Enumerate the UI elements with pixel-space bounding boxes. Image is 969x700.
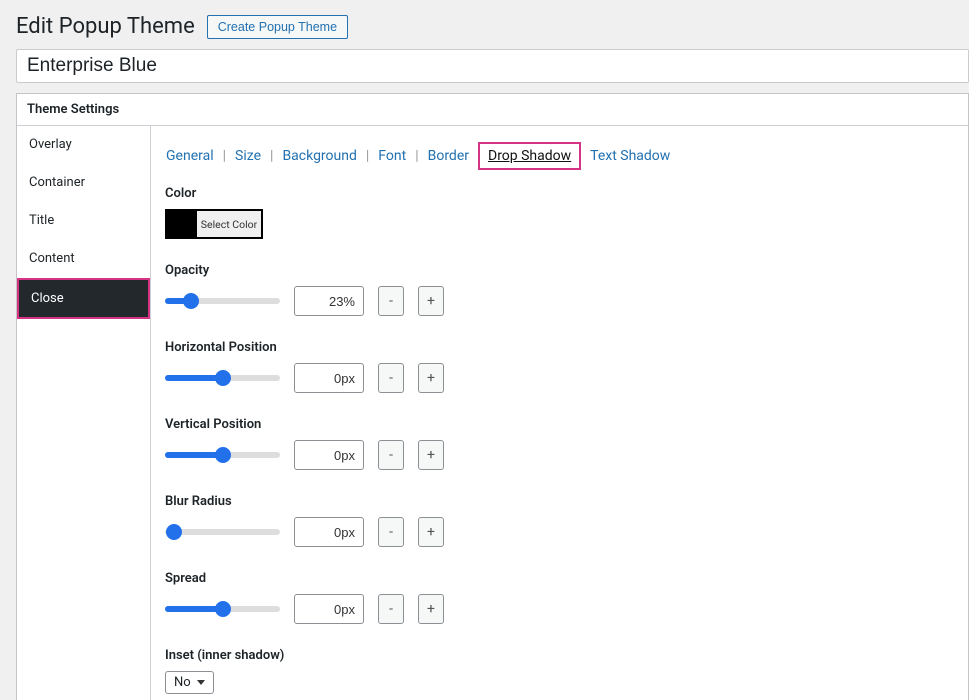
tab-drop-shadow[interactable]: Drop Shadow (478, 142, 581, 170)
tab-font[interactable]: Font (377, 146, 407, 166)
tab-size[interactable]: Size (234, 146, 262, 166)
label-color: Color (165, 186, 954, 201)
spread-input[interactable] (294, 594, 364, 624)
blur-minus[interactable]: - (378, 517, 404, 547)
chevron-down-icon (197, 680, 205, 685)
label-spread: Spread (165, 571, 954, 586)
color-swatch (167, 211, 197, 237)
horizontal-plus[interactable]: + (418, 363, 444, 393)
vertical-input[interactable] (294, 440, 364, 470)
blur-slider[interactable] (165, 529, 280, 535)
select-color-button[interactable]: Select Color (197, 211, 261, 237)
create-popup-theme-button[interactable]: Create Popup Theme (207, 15, 348, 39)
side-tab-content[interactable]: Content (17, 240, 150, 278)
tab-border[interactable]: Border (427, 146, 470, 166)
label-vertical-position: Vertical Position (165, 417, 954, 432)
horizontal-input[interactable] (294, 363, 364, 393)
blur-plus[interactable]: + (418, 517, 444, 547)
label-opacity: Opacity (165, 263, 954, 278)
separator: | (223, 148, 226, 164)
blur-input[interactable] (294, 517, 364, 547)
vertical-slider[interactable] (165, 452, 280, 458)
spread-minus[interactable]: - (378, 594, 404, 624)
tab-background[interactable]: Background (281, 146, 357, 166)
label-blur-radius: Blur Radius (165, 494, 954, 509)
spread-slider[interactable] (165, 606, 280, 612)
separator: | (270, 148, 273, 164)
side-tab-title[interactable]: Title (17, 202, 150, 240)
opacity-minus[interactable]: - (378, 286, 404, 316)
tab-general[interactable]: General (165, 146, 215, 166)
inset-value: No (174, 675, 191, 690)
theme-name-input[interactable] (16, 49, 969, 83)
side-tab-close[interactable]: Close (17, 278, 150, 319)
side-tab-overlay[interactable]: Overlay (17, 126, 150, 164)
horizontal-slider[interactable] (165, 375, 280, 381)
separator: | (366, 148, 369, 164)
vertical-minus[interactable]: - (378, 440, 404, 470)
side-tab-container[interactable]: Container (17, 164, 150, 202)
spread-plus[interactable]: + (418, 594, 444, 624)
opacity-plus[interactable]: + (418, 286, 444, 316)
vertical-plus[interactable]: + (418, 440, 444, 470)
inset-select[interactable]: No (165, 671, 214, 694)
label-horizontal-position: Horizontal Position (165, 340, 954, 355)
label-inset: Inset (inner shadow) (165, 648, 954, 663)
page-title: Edit Popup Theme (16, 14, 195, 39)
opacity-slider[interactable] (165, 298, 280, 304)
opacity-input[interactable] (294, 286, 364, 316)
horizontal-minus[interactable]: - (378, 363, 404, 393)
separator: | (415, 148, 418, 164)
tab-text-shadow[interactable]: Text Shadow (589, 146, 671, 166)
color-picker[interactable]: Select Color (165, 209, 263, 239)
panel-heading: Theme Settings (17, 94, 968, 126)
